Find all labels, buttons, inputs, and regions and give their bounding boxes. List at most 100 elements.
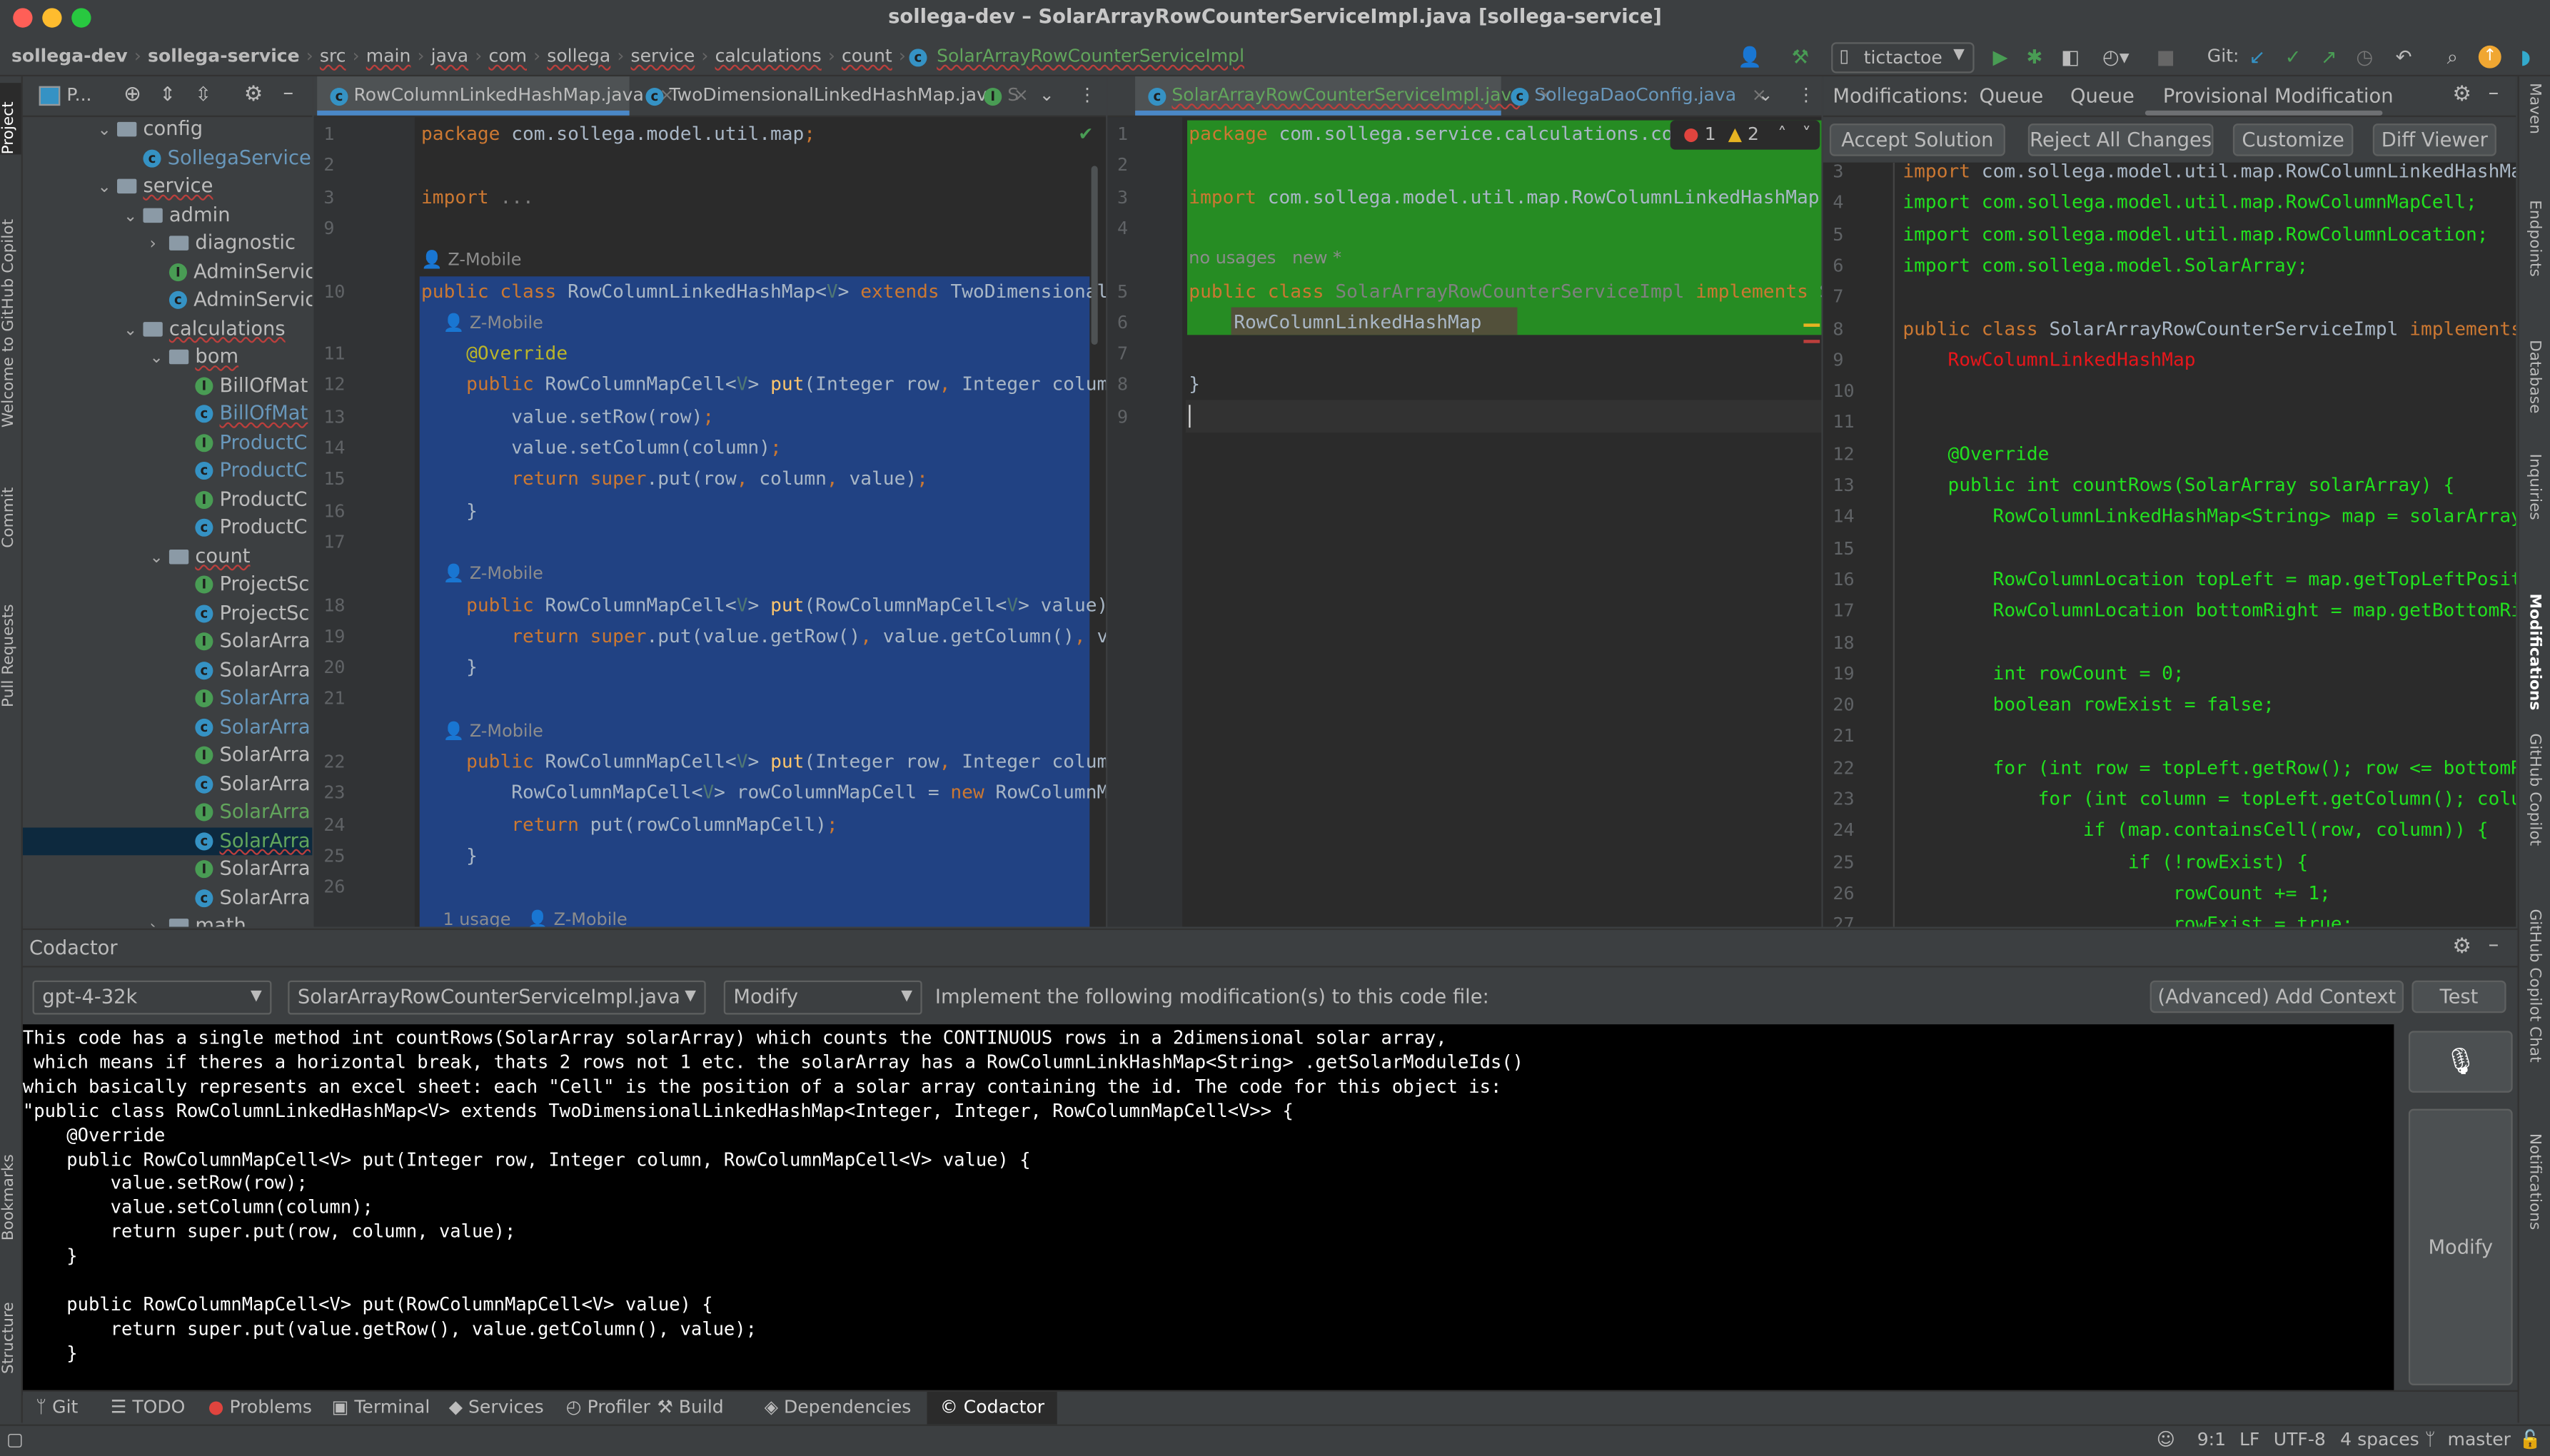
code-line[interactable]: value.setColumn(column); [421, 436, 782, 459]
tool-window-todo[interactable]: ☰ TODO [111, 1392, 186, 1425]
git-update-icon[interactable]: ↙ [2247, 44, 2267, 70]
modify-submit-button[interactable]: Modify [2408, 1108, 2513, 1385]
breadcrumb-item[interactable]: service [628, 46, 698, 67]
reject-all-changes-button[interactable]: Reject All Changes [2027, 123, 2214, 156]
code-line[interactable]: for (int column = topLeft.getColumn(); c… [1903, 787, 2516, 810]
hide-panel-icon[interactable]: – [283, 81, 293, 106]
breadcrumb-item[interactable]: SolarArrayRowCounterServiceImpl [934, 46, 1248, 67]
tree-file[interactable]: I SolarArra [23, 684, 313, 713]
tool-window-github-copilot-chat[interactable]: GitHub Copilot Chat [2526, 909, 2544, 1062]
code-line[interactable]: int rowCount = 0; [1903, 662, 2184, 684]
tool-window-maven[interactable]: Maven [2526, 83, 2544, 134]
tree-file[interactable]: I ProductC [23, 485, 313, 514]
code-line[interactable]: import com.sollega.model.SolarArray; [1903, 253, 2308, 276]
code-line[interactable]: } [1189, 373, 1200, 396]
code-line[interactable]: public RowColumnMapCell<V> put(Integer r… [421, 749, 1106, 772]
tool-window-services[interactable]: ◆ Services [449, 1392, 544, 1425]
more-options-icon[interactable]: ⋮ [1797, 76, 1815, 116]
next-problem-icon[interactable]: ˅ [1802, 123, 1811, 145]
inspection-widget[interactable]: ● 1 ▲ 2 ˄ ˅ [1670, 120, 1820, 150]
code-line[interactable]: } [421, 498, 478, 521]
breadcrumb-item[interactable]: sollega [544, 46, 614, 67]
tree-file[interactable]: c AdminServic [23, 286, 312, 315]
project-view-selector[interactable]: P... [66, 84, 91, 106]
search-icon[interactable]: ⌕ [2443, 44, 2462, 70]
git-push-icon[interactable]: ↗ [2319, 44, 2339, 70]
run-icon[interactable]: ▶ [1990, 44, 2010, 70]
diff-viewer-button[interactable]: Diff Viewer [2372, 123, 2496, 156]
tree-folder[interactable]: ⌄ service [23, 172, 313, 201]
gear-icon[interactable]: ⚙ [2452, 935, 2471, 959]
test-button[interactable]: Test [2412, 980, 2506, 1013]
tree-folder[interactable]: ⌄ calculations [23, 315, 313, 343]
tree-file[interactable]: c ProductC [23, 514, 313, 542]
code-line[interactable]: public class SolarArrayRowCounterService… [1189, 279, 1821, 302]
tree-folder[interactable]: ⌄ admin [23, 201, 313, 229]
code-line[interactable]: RowColumnLocation topLeft = map.getTopLe… [1903, 567, 2516, 590]
collapse-all-icon[interactable]: ⇳ [195, 83, 211, 106]
code-line[interactable]: RowColumnLocation bottomRight = map.getB… [1903, 599, 2516, 622]
tool-window-endpoints[interactable]: Endpoints [2526, 200, 2544, 277]
code-line[interactable]: public RowColumnMapCell<V> put(RowColumn… [421, 592, 1106, 615]
tree-folder[interactable]: › diagnostic [23, 229, 313, 258]
code-line[interactable]: rowExist = true; [1903, 912, 2353, 926]
tree-folder[interactable]: › math [23, 912, 313, 927]
tree-file[interactable]: c ProjectSc [23, 599, 313, 627]
tool-window-inquiries[interactable]: Inquiries [2526, 454, 2544, 520]
code-line[interactable]: import com.sollega.model.util.map.RowCol… [1903, 191, 2476, 213]
inlay-hint[interactable]: 👤 Z-Mobile [421, 563, 543, 584]
chevron-right-icon[interactable]: › [150, 231, 169, 258]
tab-queue-1[interactable]: Queue [1979, 84, 2043, 107]
editor-right[interactable]: 1 package com.sollega.service.calculation… [1107, 117, 1822, 927]
locate-file-icon[interactable]: ⊕ [124, 83, 141, 107]
tab-rowcolumnlinkedhashmap[interactable]: c RowColumnLinkedHashMap.java × [317, 76, 674, 116]
code-line[interactable]: import ... [421, 185, 534, 208]
account-icon[interactable]: 👤▾ [1733, 44, 1766, 94]
code-line[interactable]: package com.sollega.model.util.map; [421, 122, 815, 145]
chevron-down-icon[interactable]: ⌄ [124, 203, 143, 230]
tool-window-profiler[interactable]: ◴ Profiler [566, 1392, 650, 1425]
gear-icon[interactable]: ⚙ [2452, 83, 2471, 107]
tool-window-pull-requests[interactable]: Pull Requests [0, 577, 21, 707]
breadcrumb-item[interactable]: count [838, 46, 895, 67]
jetbrains-ai-icon[interactable]: ◗ [2514, 44, 2537, 70]
tool-window-database[interactable]: Database [2526, 340, 2544, 413]
code-line[interactable]: RowColumnLinkedHashMap [1903, 348, 2195, 370]
code-line[interactable]: rowCount += 1; [1903, 881, 2331, 904]
tree-file[interactable]: I SolarArra [23, 799, 313, 827]
inlay-hint[interactable]: 1 usage 👤 Z-Mobile [421, 908, 627, 927]
chevron-down-icon[interactable]: ⌄ [150, 544, 169, 571]
tree-file[interactable]: c SollegaService [23, 144, 313, 173]
code-line[interactable]: public RowColumnMapCell<V> put(Integer r… [421, 373, 1106, 396]
tool-window-bookmarks[interactable]: Bookmarks [0, 1143, 21, 1240]
prompt-textarea[interactable]: This code has a single method int countR… [22, 1024, 2394, 1395]
code-line[interactable]: public class SolarArrayRowCounterService… [1903, 316, 2516, 339]
tree-file[interactable]: c SolarArra [23, 713, 313, 742]
previous-problem-icon[interactable]: ˄ [1778, 123, 1787, 145]
chevron-down-icon[interactable]: ⌄ [98, 117, 117, 144]
tree-file[interactable]: I BillOfMat [23, 372, 313, 400]
breadcrumb-item[interactable]: sollega-dev [8, 46, 131, 67]
tab-twodimensionallinkedhashmap[interactable]: c TwoDimensionalLinkedHashMap.java × [636, 76, 1029, 116]
tool-window-copilot-welcome[interactable]: Welcome to GitHub Copilot [0, 200, 21, 428]
code-line[interactable]: if (map.containsCell(row, column)) { [1903, 819, 2489, 841]
breadcrumb-item[interactable]: java [428, 46, 472, 67]
code-line[interactable]: return super.put(value.getRow(), value.g… [421, 624, 1106, 647]
copilot-status-icon[interactable]: ☺ [2157, 1429, 2175, 1450]
code-line[interactable]: RowColumnLinkedHashMap [1189, 310, 1481, 333]
code-line[interactable]: import com.sollega.model.util.map.RowCol… [1189, 185, 1821, 208]
tab-queue-2[interactable]: Queue [2070, 84, 2135, 107]
warning-stripe-marker[interactable] [1803, 323, 1820, 327]
tool-window-problems[interactable]: ● Problems [208, 1392, 312, 1425]
tree-file[interactable]: c SolarArra [23, 770, 313, 799]
code-line[interactable]: if (!rowExist) { [1903, 850, 2308, 873]
code-line[interactable]: } [421, 655, 478, 678]
file-encoding[interactable]: UTF-8 [2274, 1429, 2326, 1450]
build-hammer-icon[interactable]: ⚒ [1789, 44, 1812, 70]
git-rollback-icon[interactable]: ↶ [2394, 44, 2413, 70]
git-commit-icon[interactable]: ✓ [2283, 44, 2302, 70]
tab-sollegadaoconfig[interactable]: c SollegaDaoConfig.java × [1511, 76, 1767, 116]
run-config-selector[interactable]: ▯ tictactoe ▼ [1831, 42, 1975, 74]
tool-window-build[interactable]: ⚒ Build [657, 1392, 723, 1425]
tree-file[interactable]: I SolarArra [23, 855, 313, 884]
